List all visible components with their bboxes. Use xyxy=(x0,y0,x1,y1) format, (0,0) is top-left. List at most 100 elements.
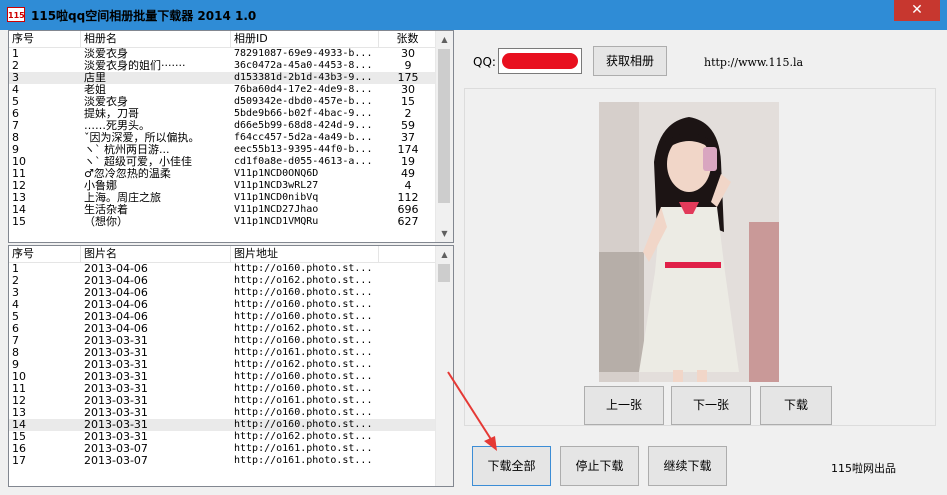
column-header-count[interactable]: 张数 xyxy=(379,31,437,47)
photo-row[interactable]: 17 2013-03-07 http://o161.photo.st... xyxy=(9,455,437,467)
album-row[interactable]: 6 提妹，刀哥 5bde9b66-b02f-4bac-9... 2 xyxy=(9,108,437,120)
cell: 11 xyxy=(12,168,26,180)
cell: 3 xyxy=(12,287,19,299)
photo-row[interactable]: 7 2013-03-31 http://o160.photo.st... xyxy=(9,335,437,347)
cell: 1 xyxy=(12,263,19,275)
album-row[interactable]: 7 ……死男头。 d66e5b99-68d8-424d-9... 59 xyxy=(9,120,437,132)
album-row[interactable]: 1 淡爱衣身 78291087-69e9-4933-b... 30 xyxy=(9,48,437,60)
previous-photo-button[interactable]: 上一张 xyxy=(584,386,664,425)
cell: 696 xyxy=(397,204,419,216)
photo-row[interactable]: 3 2013-04-06 http://o160.photo.st... xyxy=(9,287,437,299)
album-row[interactable]: 8 ˇ因为深爱，所以偏执。 f64cc457-5d2a-4a49-b... 37 xyxy=(9,132,437,144)
photo-row[interactable]: 11 2013-03-31 http://o160.photo.st... xyxy=(9,383,437,395)
photo-row[interactable]: 1 2013-04-06 http://o160.photo.st... xyxy=(9,263,437,275)
photo-row[interactable]: 9 2013-03-31 http://o162.photo.st... xyxy=(9,359,437,371)
cell: 10 xyxy=(12,371,26,383)
cell: 2013-03-07 xyxy=(84,455,148,467)
cell: 2013-04-06 xyxy=(84,311,148,323)
photo-row[interactable]: 6 2013-04-06 http://o162.photo.st... xyxy=(9,323,437,335)
cell: 78291087-69e9-4933-b... xyxy=(234,48,373,59)
cell: 19 xyxy=(401,156,415,168)
column-header-photo-name[interactable]: 图片名 xyxy=(81,246,231,262)
cell: 2013-03-31 xyxy=(84,359,148,371)
cell: http://o162.photo.st... xyxy=(234,431,373,442)
qq-label: QQ: xyxy=(473,55,496,69)
stop-download-button[interactable]: 停止下载 xyxy=(560,446,639,486)
album-row[interactable]: 15 （想你） V11p1NCD1VMQRu 627 xyxy=(9,216,437,228)
cell: 1 xyxy=(12,48,19,60)
cell: 5 xyxy=(12,311,19,323)
album-row[interactable]: 13 上海。周庄之旅 V11p1NCD0nibVq 112 xyxy=(9,192,437,204)
cell: 2013-03-31 xyxy=(84,419,148,431)
album-row[interactable]: 3 店里 d153381d-2b1d-43b3-9... 175 xyxy=(9,72,437,84)
scroll-thumb[interactable] xyxy=(438,49,450,203)
column-header-index[interactable]: 序号 xyxy=(9,31,81,47)
scroll-up-icon[interactable]: ▲ xyxy=(436,31,453,48)
scroll-up-icon[interactable]: ▲ xyxy=(436,246,453,263)
cell: 9 xyxy=(404,60,412,72)
album-row[interactable]: 9 ヽ` 杭州两日游... eec55b13-9395-44f0-b... 174 xyxy=(9,144,437,156)
column-header-album-name[interactable]: 相册名 xyxy=(81,31,231,47)
column-header-photo-url[interactable]: 图片地址 xyxy=(231,246,379,262)
download-button[interactable]: 下载 xyxy=(760,386,832,425)
next-photo-button[interactable]: 下一张 xyxy=(671,386,751,425)
cell: http://o160.photo.st... xyxy=(234,383,373,394)
cell: 13 xyxy=(12,192,26,204)
cell: 淡爱衣身 xyxy=(84,96,128,108)
cell: 11 xyxy=(12,383,26,395)
cell: 49 xyxy=(401,168,415,180)
photo-row[interactable]: 13 2013-03-31 http://o160.photo.st... xyxy=(9,407,437,419)
photo-row[interactable]: 16 2013-03-07 http://o161.photo.st... xyxy=(9,443,437,455)
photo-row[interactable]: 10 2013-03-31 http://o160.photo.st... xyxy=(9,371,437,383)
cell: http://o160.photo.st... xyxy=(234,287,373,298)
album-list[interactable]: 序号 相册名 相册ID 张数 1 淡爱衣身 78291087-69e9-4933-b… xyxy=(8,30,454,243)
cell: d509342e-dbd0-457e-b... xyxy=(234,96,373,107)
app-icon: 115 xyxy=(7,7,25,22)
photo-list[interactable]: 序号 图片名 图片地址 1 2013-04-06 http://o160.photo… xyxy=(8,245,454,487)
cell: V11p1NCD27Jhao xyxy=(234,204,319,215)
get-albums-button[interactable]: 获取相册 xyxy=(593,46,667,76)
cell: ……死男头。 xyxy=(84,120,150,132)
cell: 175 xyxy=(397,72,419,84)
column-header-album-id[interactable]: 相册ID xyxy=(231,31,379,47)
cell: 4 xyxy=(12,84,19,96)
album-row[interactable]: 14 生活杂着 V11p1NCD27Jhao 696 xyxy=(9,204,437,216)
column-header-index[interactable]: 序号 xyxy=(9,246,81,262)
cell: ˇ因为深爱，所以偏执。 xyxy=(84,132,200,144)
photo-row[interactable]: 4 2013-04-06 http://o160.photo.st... xyxy=(9,299,437,311)
title-bar[interactable]: 115 115啦qq空间相册批量下载器 2014 1.0 ✕ xyxy=(0,0,947,30)
resume-download-button[interactable]: 继续下载 xyxy=(648,446,727,486)
album-list-scrollbar[interactable]: ▲ ▼ xyxy=(435,31,453,242)
album-row[interactable]: 12 小鲁娜 V11p1NCD3wRL27 4 xyxy=(9,180,437,192)
cell: （想你） xyxy=(84,216,128,228)
album-row[interactable]: 2 淡爱衣身的姐们······· 36c0472a-45a0-4453-8... 9 xyxy=(9,60,437,72)
cell: d66e5b99-68d8-424d-9... xyxy=(234,120,373,131)
photo-row[interactable]: 12 2013-03-31 http://o161.photo.st... xyxy=(9,395,437,407)
scroll-thumb[interactable] xyxy=(438,264,450,282)
cell: 15 xyxy=(401,96,415,108)
photo-row[interactable]: 2 2013-04-06 http://o162.photo.st... xyxy=(9,275,437,287)
cell: 14 xyxy=(12,419,26,431)
cell: 14 xyxy=(12,204,26,216)
download-all-button[interactable]: 下载全部 xyxy=(472,446,551,486)
album-row[interactable]: 11 ♂忽冷忽热的温柔 V11p1NCD0ONQ6D 49 xyxy=(9,168,437,180)
cell: 12 xyxy=(12,395,26,407)
photo-list-scrollbar[interactable]: ▲ xyxy=(435,246,453,486)
album-row[interactable]: 4 老姐 76ba60d4-17e2-4de9-8... 30 xyxy=(9,84,437,96)
scroll-down-icon[interactable]: ▼ xyxy=(436,225,453,242)
cell: V11p1NCD1VMQRu xyxy=(234,216,319,227)
photo-row[interactable]: 8 2013-03-31 http://o161.photo.st... xyxy=(9,347,437,359)
album-row[interactable]: 5 淡爱衣身 d509342e-dbd0-457e-b... 15 xyxy=(9,96,437,108)
photo-row[interactable]: 5 2013-04-06 http://o160.photo.st... xyxy=(9,311,437,323)
preview-panel: QQ: 获取相册 http://www.115.la 上一张 下一张 下载 下载… xyxy=(463,30,937,487)
cell: ♂忽冷忽热的温柔 xyxy=(84,168,171,180)
album-row[interactable]: 10 ヽ` 超级可爱，小佳佳 cd1f0a8e-d055-4613-a... 19 xyxy=(9,156,437,168)
cell: 4 xyxy=(12,299,19,311)
photo-row[interactable]: 14 2013-03-31 http://o160.photo.st... xyxy=(9,419,437,431)
photo-row[interactable]: 15 2013-03-31 http://o162.photo.st... xyxy=(9,431,437,443)
cell: ヽ` 杭州两日游... xyxy=(84,144,170,156)
cell: 2013-03-31 xyxy=(84,407,148,419)
cell: 37 xyxy=(401,132,415,144)
qq-input[interactable] xyxy=(498,48,582,74)
close-button[interactable]: ✕ xyxy=(894,0,940,21)
